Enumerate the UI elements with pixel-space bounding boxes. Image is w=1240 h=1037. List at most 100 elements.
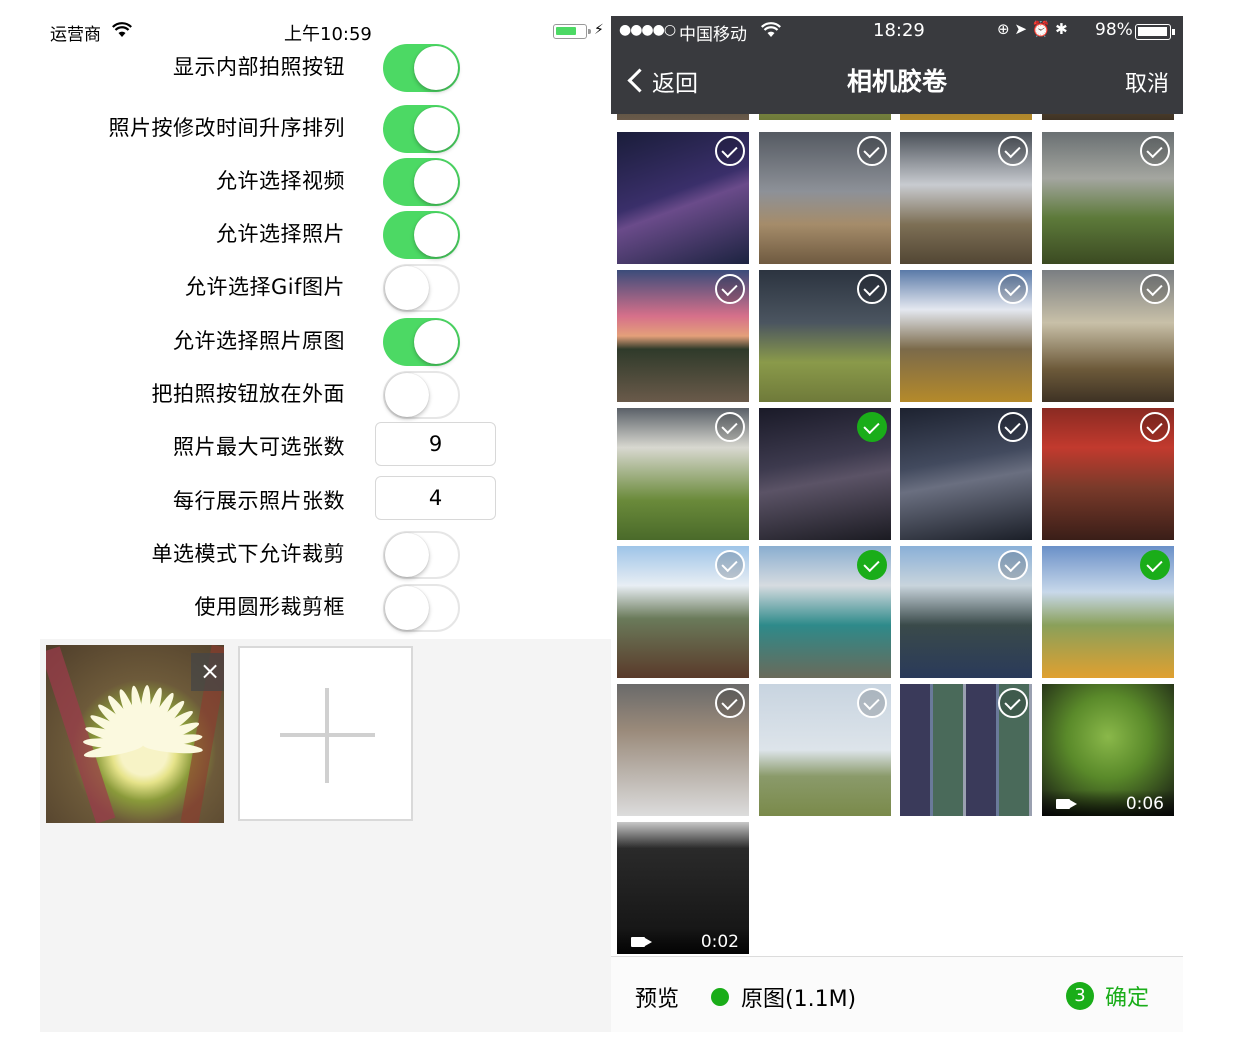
toggle-switch[interactable] [383,158,460,206]
video-cell[interactable]: 0:02 [617,822,749,954]
photo-cell-partial[interactable] [759,114,891,120]
setting-row: 把拍照按钮放在外面 [40,369,611,419]
checkmark-icon[interactable] [715,688,745,718]
setting-label: 允许选择照片原图 [173,329,345,353]
toggle-knob [414,46,458,90]
photo-cell[interactable] [1042,408,1174,540]
video-cell[interactable]: 0:06 [1042,684,1174,816]
photo-cell[interactable] [1042,270,1174,402]
photo-cell-partial[interactable] [617,114,749,120]
setting-row: 照片按修改时间升序排列 [40,103,611,153]
toggle-switch[interactable] [383,371,460,419]
photo-cell[interactable] [759,546,891,678]
status-icons: ⊕ ➤ ⏰ ✱ [997,20,1068,38]
photo-cell[interactable] [617,408,749,540]
toggle-knob [414,160,458,204]
checkmark-icon[interactable] [1140,412,1170,442]
toggle-knob [414,213,458,257]
preview-button[interactable]: 预览 [635,981,679,1013]
chevron-left-icon [627,68,652,93]
setting-row: 允许选择照片原图 [40,316,611,366]
bottom-toolbar: 预览 原图(1.1M) 3 确定 [611,956,1183,1032]
toggle-knob [385,586,429,630]
cancel-button[interactable]: 取消 [1125,66,1169,98]
photo-cell[interactable] [617,270,749,402]
battery-icon [1135,24,1175,40]
setting-row: 照片最大可选张数 9 [40,422,611,466]
checkmark-icon[interactable] [715,136,745,166]
checkmark-icon[interactable] [715,412,745,442]
setting-label: 允许选择视频 [216,169,345,193]
wifi-icon [112,22,132,37]
checkmark-icon[interactable] [857,274,887,304]
setting-label: 照片按修改时间升序排列 [108,116,345,140]
setting-label: 每行展示照片张数 [173,489,345,513]
photo-cell-partial[interactable] [1042,114,1174,120]
add-photo-button[interactable] [238,646,413,821]
checkmark-icon[interactable] [998,688,1028,718]
carrier-label: 运营商 [50,25,101,45]
toggle-switch[interactable] [383,584,460,632]
toggle-switch[interactable] [383,264,460,312]
toggle-switch[interactable] [383,211,460,259]
photo-cell[interactable] [900,408,1032,540]
setting-label: 照片最大可选张数 [173,435,345,459]
checkmark-selected-icon[interactable] [857,550,887,580]
checkmark-selected-icon[interactable] [1140,550,1170,580]
wifi-icon [761,22,781,37]
photo-cell[interactable] [1042,546,1174,678]
toggle-switch[interactable] [383,318,460,366]
photo-cell[interactable] [759,132,891,264]
toggle-knob [414,107,458,151]
photo-cell[interactable] [617,684,749,816]
photo-cell[interactable] [617,546,749,678]
original-image-toggle[interactable]: 原图(1.1M) [741,981,856,1013]
checkmark-icon[interactable] [998,136,1028,166]
checkmark-icon[interactable] [857,688,887,718]
selected-photo-thumbnail[interactable]: × [46,645,224,823]
status-bar: ●●●●○ 中国移动 18:29 ⊕ ➤ ⏰ ✱ 98% [611,20,1183,45]
back-button[interactable]: 返回 [627,64,698,98]
navigation-bar: ●●●●○ 中国移动 18:29 ⊕ ➤ ⏰ ✱ 98% 相机胶卷 返回 取消 [611,16,1183,114]
photo-cell[interactable] [759,270,891,402]
photo-cell[interactable] [617,132,749,264]
confirm-button[interactable]: 确定 [1105,980,1149,1012]
checkmark-icon[interactable] [1140,274,1170,304]
photo-cell[interactable] [900,546,1032,678]
video-info-bar: 0:02 [617,928,749,954]
video-info-bar: 0:06 [1042,790,1174,816]
photo-grid: 0:06 0:02 [611,114,1183,956]
checkmark-icon[interactable] [857,136,887,166]
original-radio-icon[interactable] [711,988,729,1006]
number-input[interactable]: 4 [375,476,496,520]
number-input[interactable]: 9 [375,422,496,466]
checkmark-icon[interactable] [998,550,1028,580]
video-duration: 0:06 [1125,794,1164,814]
toggle-switch[interactable] [383,44,460,92]
photo-cell[interactable] [1042,132,1174,264]
toggle-switch[interactable] [383,531,460,579]
setting-label: 单选模式下允许裁剪 [151,542,345,566]
photo-cell[interactable] [900,132,1032,264]
setting-row: 允许选择Gif图片 [40,262,611,312]
photo-cell[interactable] [759,408,891,540]
photo-cell[interactable] [759,684,891,816]
checkmark-icon[interactable] [715,274,745,304]
checkmark-icon[interactable] [1140,136,1170,166]
charging-icon: ⚡ [594,22,604,38]
checkmark-icon[interactable] [715,550,745,580]
toggle-knob [385,373,429,417]
video-camera-icon [631,937,652,947]
photo-cell[interactable] [900,684,1032,816]
toggle-switch[interactable] [383,105,460,153]
checkmark-icon[interactable] [998,412,1028,442]
settings-screen: 运营商 上午10:59 ⚡ 显示内部拍照按钮 照片按修改时间升序排列 允许选择视频允… [40,0,611,1032]
checkmark-selected-icon[interactable] [857,412,887,442]
photo-cell-partial[interactable] [900,114,1032,120]
photo-cell[interactable] [900,270,1032,402]
video-duration: 0:02 [700,932,739,952]
setting-row: 允许选择视频 [40,156,611,206]
checkmark-icon[interactable] [998,274,1028,304]
remove-photo-close-icon[interactable]: × [191,653,224,691]
setting-row: 显示内部拍照按钮 [40,42,611,92]
